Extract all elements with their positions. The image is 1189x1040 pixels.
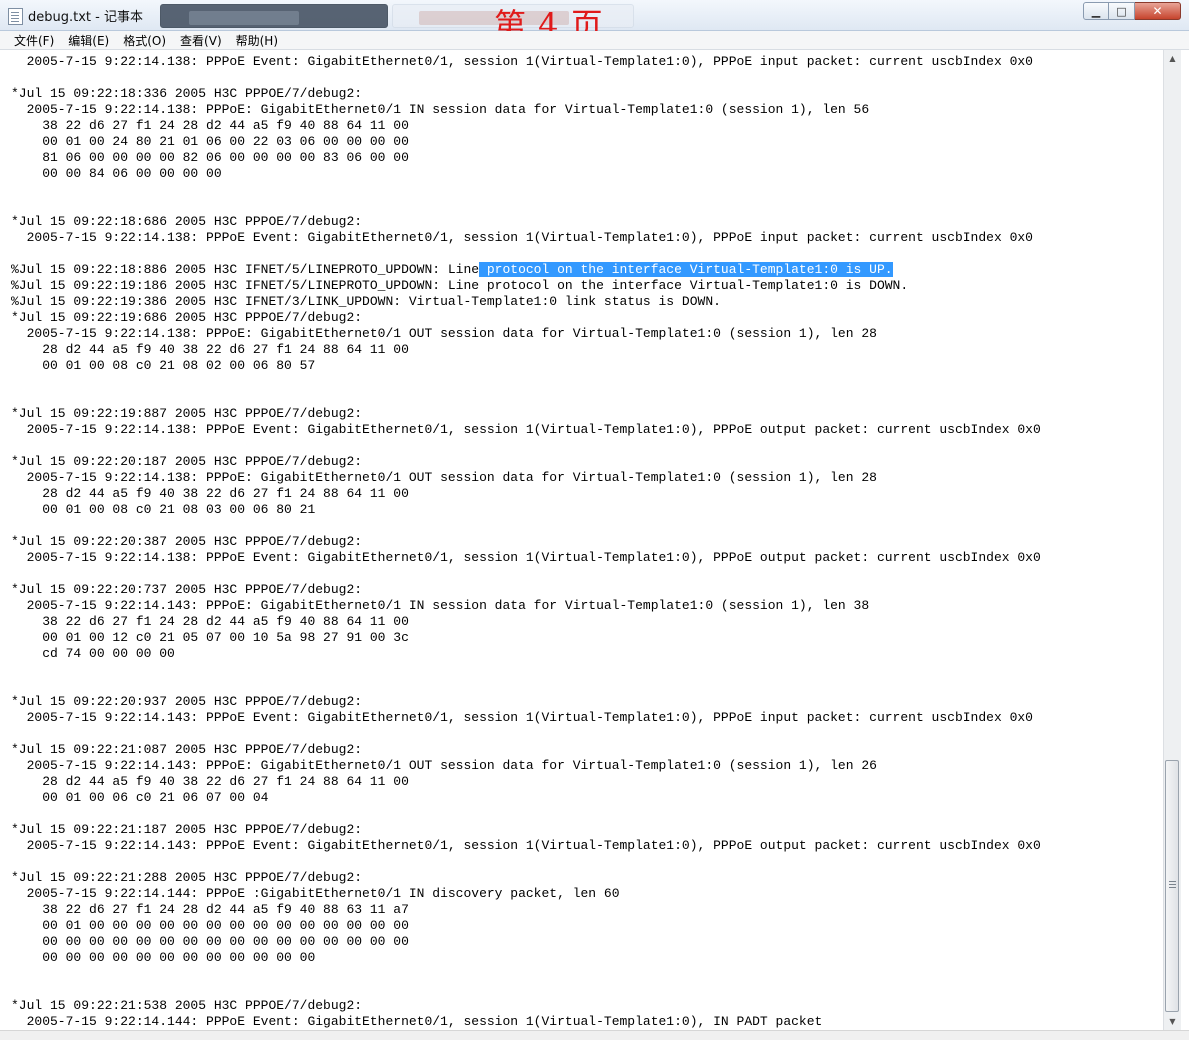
notepad-window: debug.txt - 记事本 第 4 页 ▁ □ ✕ 文件(F) 编辑(E) …	[0, 0, 1189, 1040]
text-line	[11, 246, 1041, 262]
text-line: 2005-7-15 9:22:14.138: PPPoE Event: Giga…	[11, 550, 1041, 565]
text-line: 2005-7-15 9:22:14.138: PPPoE Event: Giga…	[11, 54, 1033, 69]
text-line	[11, 662, 1041, 678]
grip-icon	[1169, 881, 1176, 882]
text-line: %Jul 15 09:22:18:886 2005 H3C IFNET/5/LI…	[11, 262, 1041, 278]
window-bottom-edge	[0, 1030, 1189, 1040]
text-line: 00 01 00 24 80 21 01 06 00 22 03 06 00 0…	[11, 134, 409, 149]
close-button[interactable]: ✕	[1135, 2, 1181, 20]
text-line: *Jul 15 09:22:19:686 2005 H3C PPPOE/7/de…	[11, 310, 363, 325]
text-line: *Jul 15 09:22:21:087 2005 H3C PPPOE/7/de…	[11, 742, 363, 757]
text-line: 2005-7-15 9:22:14.144: PPPoE Event: Giga…	[11, 1014, 823, 1029]
text-line: 00 01 00 08 c0 21 08 02 00 06 80 57	[11, 358, 316, 373]
text-line: 2005-7-15 9:22:14.138: PPPoE: GigabitEth…	[11, 102, 870, 117]
menu-help[interactable]: 帮助(H)	[229, 32, 285, 49]
menu-format[interactable]: 格式(O)	[116, 32, 173, 49]
arrow-down-icon: ▼	[1169, 1017, 1176, 1026]
text-line: %Jul 15 09:22:19:386 2005 H3C IFNET/3/LI…	[11, 294, 721, 309]
text-line: 38 22 d6 27 f1 24 28 d2 44 a5 f9 40 88 6…	[11, 118, 409, 133]
text-line: 2005-7-15 9:22:14.138: PPPoE: GigabitEth…	[11, 326, 877, 341]
text-line: 2005-7-15 9:22:14.138: PPPoE Event: Giga…	[11, 230, 1033, 245]
text-line: *Jul 15 09:22:20:387 2005 H3C PPPOE/7/de…	[11, 534, 363, 549]
text-editor-area[interactable]: 2005-7-15 9:22:14.138: PPPoE Event: Giga…	[0, 50, 1163, 1030]
background-taskbar-tab	[160, 4, 388, 28]
text-line	[11, 182, 1041, 198]
text-line: *Jul 15 09:22:18:686 2005 H3C PPPOE/7/de…	[11, 214, 363, 229]
menu-view[interactable]: 查看(V)	[173, 32, 229, 49]
text-line: *Jul 15 09:22:19:887 2005 H3C PPPOE/7/de…	[11, 406, 363, 421]
maximize-icon: □	[1116, 4, 1127, 18]
text-line: 81 06 00 00 00 00 82 06 00 00 00 00 83 0…	[11, 150, 409, 165]
close-icon: ✕	[1152, 4, 1163, 18]
text-line	[11, 518, 1041, 534]
window-title: debug.txt - 记事本	[28, 10, 143, 25]
text-line	[11, 438, 1041, 454]
text-line	[11, 198, 1041, 214]
scrollbar-thumb[interactable]	[1165, 760, 1179, 1012]
text-line	[11, 678, 1041, 694]
text-line: 2005-7-15 9:22:14.143: PPPoE Event: Giga…	[11, 710, 1033, 725]
maximize-button[interactable]: □	[1109, 2, 1135, 20]
scroll-down-button[interactable]: ▼	[1164, 1013, 1181, 1030]
text-line: 00 00 84 06 00 00 00 00	[11, 166, 222, 181]
menu-bar: 文件(F) 编辑(E) 格式(O) 查看(V) 帮助(H)	[0, 31, 1189, 50]
text-line: 2005-7-15 9:22:14.143: PPPoE: GigabitEth…	[11, 598, 870, 613]
minimize-icon: ▁	[1091, 4, 1101, 18]
text-line	[11, 982, 1041, 998]
minimize-button[interactable]: ▁	[1083, 2, 1109, 20]
text-line: 38 22 d6 27 f1 24 28 d2 44 a5 f9 40 88 6…	[11, 902, 409, 917]
text-line	[11, 854, 1041, 870]
menu-edit[interactable]: 编辑(E)	[61, 32, 116, 49]
arrow-up-icon: ▲	[1169, 54, 1176, 63]
text-line: 00 01 00 08 c0 21 08 03 00 06 80 21	[11, 502, 316, 517]
text-line: 00 01 00 00 00 00 00 00 00 00 00 00 00 0…	[11, 918, 409, 933]
text-line: *Jul 15 09:22:20:737 2005 H3C PPPOE/7/de…	[11, 582, 363, 597]
text-line: 28 d2 44 a5 f9 40 38 22 d6 27 f1 24 88 6…	[11, 774, 409, 789]
selected-text: protocol on the interface Virtual-Templa…	[479, 262, 893, 277]
text-line: 2005-7-15 9:22:14.144: PPPoE :GigabitEth…	[11, 886, 620, 901]
text-line: 38 22 d6 27 f1 24 28 d2 44 a5 f9 40 88 6…	[11, 614, 409, 629]
text-line: 00 01 00 12 c0 21 05 07 00 10 5a 98 27 9…	[11, 630, 409, 645]
notepad-icon	[8, 8, 23, 25]
text-line: *Jul 15 09:22:20:937 2005 H3C PPPOE/7/de…	[11, 694, 363, 709]
text-line: 28 d2 44 a5 f9 40 38 22 d6 27 f1 24 88 6…	[11, 486, 409, 501]
menu-file[interactable]: 文件(F)	[0, 32, 61, 49]
text-line: %Jul 15 09:22:19:186 2005 H3C IFNET/5/LI…	[11, 278, 909, 293]
text-line-segment: %Jul 15 09:22:18:886 2005 H3C IFNET/5/LI…	[11, 262, 480, 277]
text-line: *Jul 15 09:22:21:538 2005 H3C PPPOE/7/de…	[11, 998, 363, 1013]
text-line: *Jul 15 09:22:18:336 2005 H3C PPPOE/7/de…	[11, 86, 363, 101]
text-line: 2005-7-15 9:22:14.138: PPPoE: GigabitEth…	[11, 470, 877, 485]
text-line	[11, 966, 1041, 982]
text-line: 00 00 00 00 00 00 00 00 00 00 00 00	[11, 950, 316, 965]
text-line	[11, 374, 1041, 390]
text-line	[11, 70, 1041, 86]
scroll-up-button[interactable]: ▲	[1164, 50, 1181, 67]
text-line: *Jul 15 09:22:21:288 2005 H3C PPPOE/7/de…	[11, 870, 363, 885]
text-line	[11, 806, 1041, 822]
text-line	[11, 566, 1041, 582]
text-line: *Jul 15 09:22:21:187 2005 H3C PPPOE/7/de…	[11, 822, 363, 837]
text-content: 2005-7-15 9:22:14.138: PPPoE Event: Giga…	[11, 54, 1041, 1030]
title-bar[interactable]: debug.txt - 记事本 第 4 页 ▁ □ ✕	[0, 0, 1189, 44]
text-line	[11, 726, 1041, 742]
text-line: 00 01 00 06 c0 21 06 07 00 04	[11, 790, 269, 805]
text-line: cd 74 00 00 00 00	[11, 646, 175, 661]
text-line: 2005-7-15 9:22:14.143: PPPoE Event: Giga…	[11, 838, 1041, 853]
window-controls: ▁ □ ✕	[1083, 2, 1181, 20]
text-line: *Jul 15 09:22:20:187 2005 H3C PPPOE/7/de…	[11, 454, 363, 469]
vertical-scrollbar[interactable]: ▲ ▼	[1163, 50, 1181, 1030]
text-line: 2005-7-15 9:22:14.143: PPPoE: GigabitEth…	[11, 758, 877, 773]
text-line: 28 d2 44 a5 f9 40 38 22 d6 27 f1 24 88 6…	[11, 342, 409, 357]
text-line: 00 00 00 00 00 00 00 00 00 00 00 00 00 0…	[11, 934, 409, 949]
text-line: 2005-7-15 9:22:14.138: PPPoE Event: Giga…	[11, 422, 1041, 437]
text-line	[11, 390, 1041, 406]
